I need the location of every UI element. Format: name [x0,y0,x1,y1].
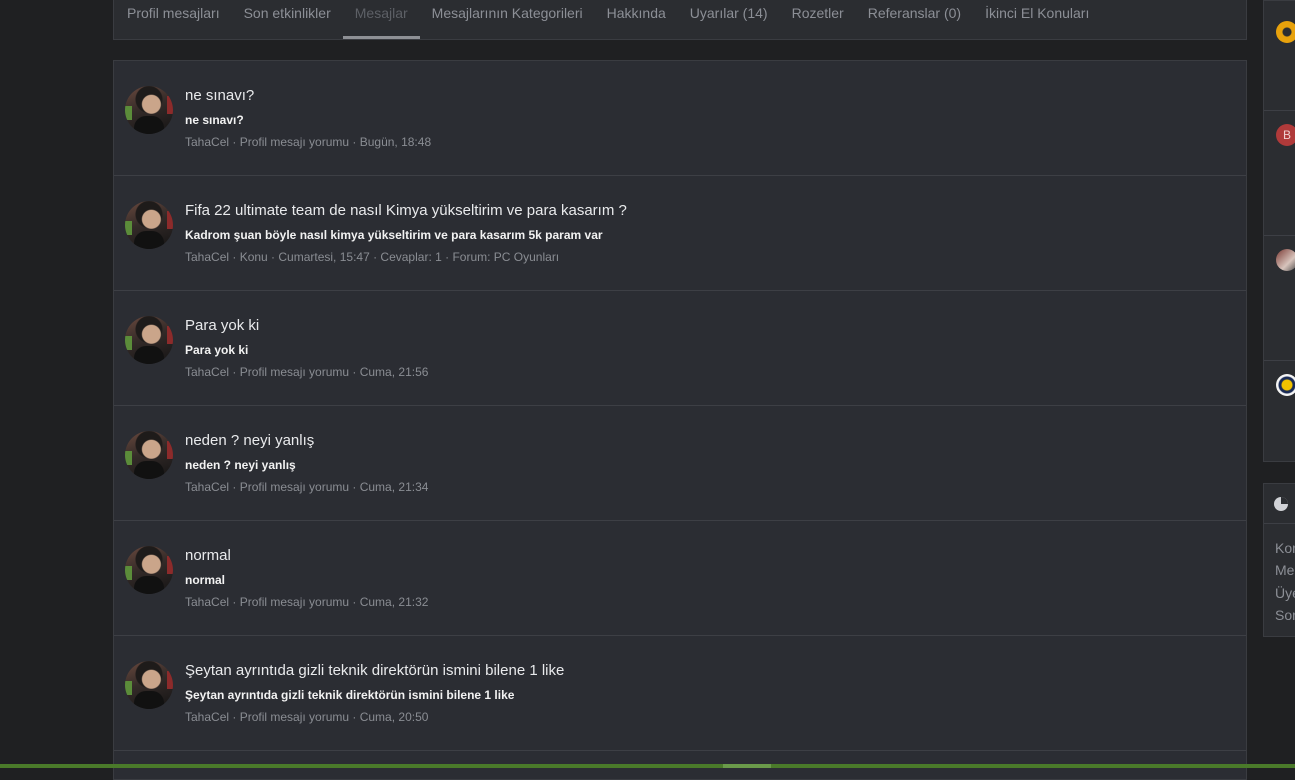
avatar[interactable] [125,316,173,364]
tab-hakkinda[interactable]: Hakkında [595,0,678,39]
stat-label: Son [1275,607,1295,623]
message-title-link[interactable]: Fifa 22 ultimate team de nasıl Kimya yük… [185,202,627,219]
message-title-link[interactable]: Para yok ki [185,317,259,334]
message-snippet: normal [185,573,226,587]
list-item: Şeytan ayrıntıda gizli teknik direktörün… [114,636,1246,751]
message-snippet: Şeytan ayrıntıda gizli teknik direktörün… [185,688,515,702]
avatar[interactable] [125,431,173,479]
divider [1264,235,1295,236]
sidebar-stats: Kon Me Üye Son [1263,483,1295,637]
sidebar-members: B [1263,0,1295,462]
avatar[interactable] [125,546,173,594]
tab-referanslar[interactable]: Referanslar (0) [856,0,973,39]
tab-ikinci-el-konulari[interactable]: İkinci El Konuları [973,0,1101,39]
stat-label: Kon [1275,540,1295,556]
avatar[interactable] [125,661,173,709]
avatar[interactable]: B [1276,124,1295,146]
list-item: Fifa 22 ultimate team de nasıl Kimya yük… [114,176,1246,291]
list-item: normal normal TahaCel · Profil mesajı yo… [114,521,1246,636]
message-meta: TahaCel · Konu · Cumartesi, 15:47 · Ceva… [185,250,560,264]
message-meta: TahaCel · Profil mesajı yorumu · Cuma, 2… [185,480,429,494]
tab-uyarilar[interactable]: Uyarılar (14) [678,0,780,39]
messages-list: ne sınavı? ne sınavı? TahaCel · Profil m… [113,60,1247,780]
bottom-accent-bar [0,764,1295,768]
avatar[interactable] [125,86,173,134]
message-meta: TahaCel · Profil mesajı yorumu · Bugün, … [185,135,432,149]
stats-header [1264,484,1295,524]
list-item: Para yok ki Para yok ki TahaCel · Profil… [114,291,1246,406]
message-snippet: Kadrom şuan böyle nasıl kimya yükseltiri… [185,228,603,242]
tab-rozetler[interactable]: Rozetler [780,0,856,39]
message-title-link[interactable]: ne sınavı? [185,87,254,104]
stat-label: Me [1275,562,1295,578]
message-title-link[interactable]: normal [185,547,231,564]
divider [1264,360,1295,361]
message-snippet: Para yok ki [185,343,249,357]
list-item: ne sınavı? ne sınavı? TahaCel · Profil m… [114,61,1246,176]
avatar[interactable] [1276,21,1295,43]
pie-chart-icon [1274,497,1288,511]
message-title-link[interactable]: Şeytan ayrıntıda gizli teknik direktörün… [185,662,564,679]
message-snippet: ne sınavı? [185,113,244,127]
list-item: neden ? neyi yanlış neden ? neyi yanlış … [114,406,1246,521]
message-title-link[interactable]: neden ? neyi yanlış [185,432,314,449]
message-meta: TahaCel · Profil mesajı yorumu · Cuma, 2… [185,365,429,379]
message-meta: TahaCel · Profil mesajı yorumu · Cuma, 2… [185,710,429,724]
tab-profil-mesajlari[interactable]: Profil mesajları [115,0,232,39]
tab-mesajlar[interactable]: Mesajlar [342,0,420,39]
profile-tabs: Profil mesajları Son etkinlikler Mesajla… [113,0,1247,40]
message-snippet: neden ? neyi yanlış [185,458,296,472]
avatar[interactable] [1276,249,1295,271]
tab-son-etkinlikler[interactable]: Son etkinlikler [232,0,343,39]
divider [1264,110,1295,111]
avatar[interactable] [1276,374,1295,396]
stat-label: Üye [1275,585,1295,601]
avatar[interactable] [125,201,173,249]
message-meta: TahaCel · Profil mesajı yorumu · Cuma, 2… [185,595,429,609]
tab-mesajlarinin-kategorileri[interactable]: Mesajlarının Kategorileri [420,0,595,39]
